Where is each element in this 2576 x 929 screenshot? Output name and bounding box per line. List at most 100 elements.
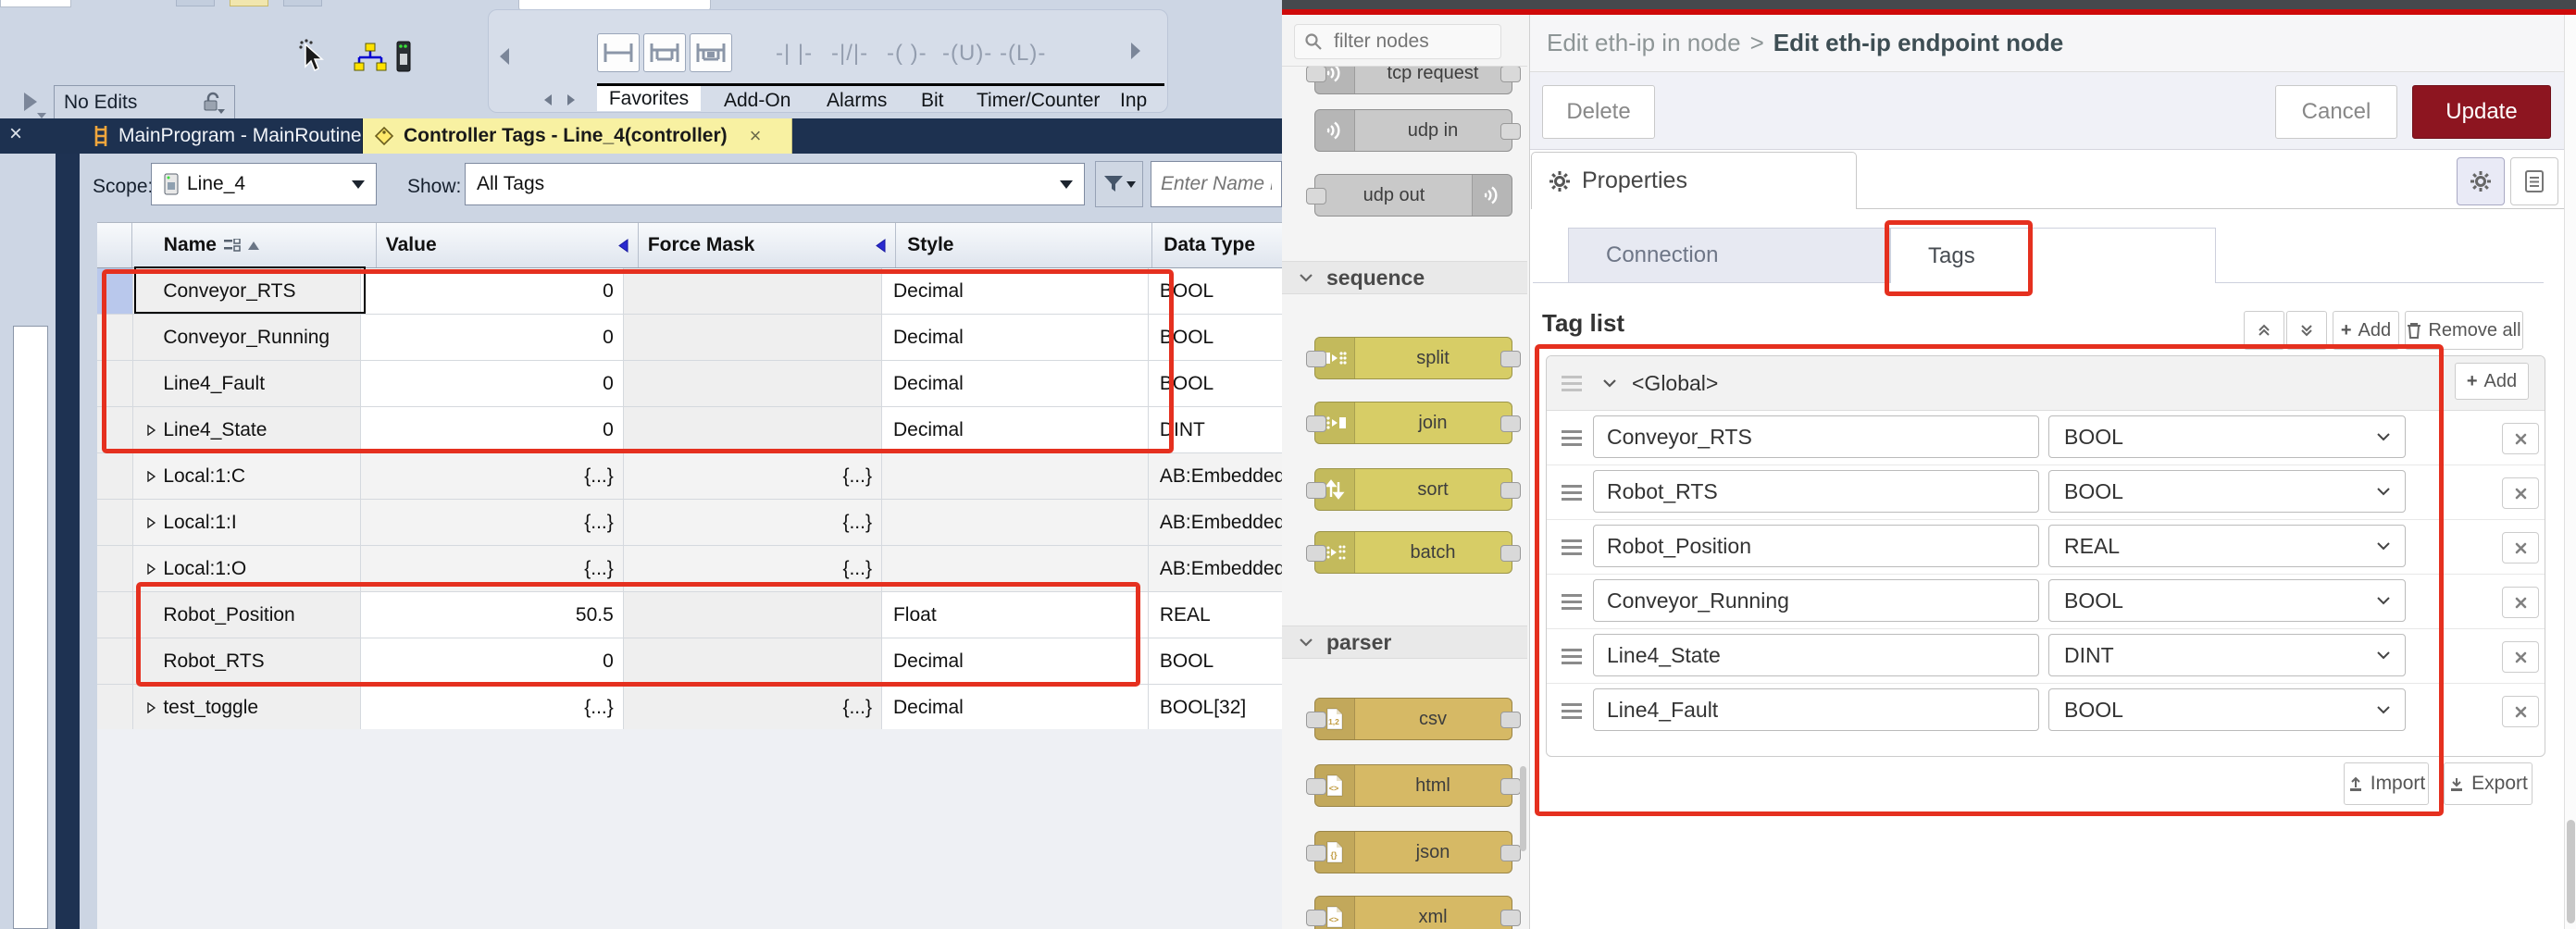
- palette-node-tcp-request[interactable]: tcp request: [1314, 67, 1512, 94]
- tag-type-select[interactable]: REAL: [2048, 525, 2406, 567]
- otu-instruction[interactable]: -(U)-: [942, 41, 992, 67]
- tag-type-select[interactable]: DINT: [2048, 634, 2406, 676]
- row-selector[interactable]: [97, 407, 133, 453]
- node-input-port[interactable]: [1306, 778, 1326, 795]
- remove-tag-button[interactable]: [2502, 532, 2539, 564]
- column-header-data-type[interactable]: Data Type: [1152, 223, 1283, 267]
- palette-category-parser[interactable]: parser: [1282, 626, 1527, 659]
- network-browse-icon[interactable]: [352, 43, 389, 72]
- node-input-port[interactable]: [1306, 415, 1326, 432]
- drag-handle-icon[interactable]: [1562, 485, 1582, 501]
- editor-scrollbar-thumb[interactable]: [2567, 820, 2575, 923]
- instr-tab-favorites[interactable]: Favorites: [597, 86, 701, 111]
- instr-tab-alarms[interactable]: Alarms: [827, 90, 887, 112]
- palette-node-json[interactable]: {} json: [1314, 831, 1512, 873]
- xio-instruction[interactable]: -|/|-: [831, 41, 868, 67]
- column-header-value[interactable]: Value: [377, 223, 639, 267]
- branch-instruction-button[interactable]: [643, 33, 686, 72]
- table-row[interactable]: Conveyor_RTS 0 Decimal BOOL: [97, 268, 1283, 315]
- add-tag-button[interactable]: +Add: [2333, 311, 2399, 350]
- column-header-force-mask[interactable]: Force Mask: [639, 223, 896, 267]
- select-pointer-icon[interactable]: [298, 39, 326, 72]
- subtab-connection[interactable]: Connection: [1568, 228, 1890, 283]
- tag-group-header[interactable]: <Global>: [1547, 356, 2545, 411]
- table-row[interactable]: Conveyor_Running 0 Decimal BOOL: [97, 315, 1283, 361]
- node-input-port[interactable]: [1306, 188, 1326, 204]
- tag-type-select[interactable]: BOOL: [2048, 688, 2406, 731]
- tag-name-input[interactable]: [1593, 688, 2039, 731]
- node-input-port[interactable]: [1306, 712, 1326, 728]
- node-output-port[interactable]: [1500, 778, 1521, 795]
- move-top-button[interactable]: [2244, 311, 2284, 350]
- drag-handle-icon[interactable]: [1562, 594, 1582, 610]
- tab-controller-tags[interactable]: Controller Tags - Line_4(controller) ×: [363, 118, 792, 154]
- drag-handle-icon[interactable]: [1562, 376, 1582, 391]
- palette-node-join[interactable]: join: [1314, 402, 1512, 444]
- row-selector[interactable]: [97, 685, 133, 731]
- otl-instruction[interactable]: -(L)-: [1000, 41, 1046, 67]
- drag-handle-icon[interactable]: [1562, 649, 1582, 664]
- tab-properties[interactable]: Properties: [1531, 152, 1857, 209]
- palette-scrollbar-thumb[interactable]: [1520, 766, 1526, 851]
- rung-instruction-button[interactable]: [597, 33, 640, 72]
- tag-type-select[interactable]: BOOL: [2048, 579, 2406, 622]
- node-output-port[interactable]: [1500, 910, 1521, 926]
- expand-icon[interactable]: [139, 702, 163, 713]
- palette-node-html[interactable]: <> html: [1314, 764, 1512, 807]
- show-dropdown[interactable]: All Tags: [465, 163, 1085, 205]
- node-output-port[interactable]: [1500, 545, 1521, 562]
- palette-scroll-area[interactable]: tcp request udp in udp out: [1282, 67, 1527, 929]
- table-row[interactable]: Local:1:O {...} {...} AB:Embedded_Discre…: [97, 546, 1283, 592]
- close-pane-icon[interactable]: ×: [9, 121, 22, 147]
- instr-tab-input[interactable]: Inp: [1120, 90, 1147, 112]
- name-filter-input[interactable]: [1151, 162, 1281, 206]
- expand-toolbar-button[interactable]: [17, 89, 48, 120]
- collapsed-organizer-panel[interactable]: [13, 326, 48, 929]
- tag-name-input[interactable]: [1593, 525, 2039, 567]
- table-row[interactable]: Local:1:C {...} {...} AB:Embedded_Discre…: [97, 453, 1283, 500]
- remove-all-button[interactable]: Remove all: [2405, 311, 2523, 350]
- row-selector[interactable]: [97, 500, 133, 546]
- tab-mainroutine[interactable]: MainProgram - MainRoutine: [81, 118, 363, 154]
- palette-node-udp-in[interactable]: udp in: [1314, 109, 1512, 152]
- description-icon-button[interactable]: [2510, 157, 2558, 205]
- tabs-scroll-right-icon[interactable]: [565, 93, 578, 107]
- expand-icon[interactable]: [139, 425, 163, 436]
- remove-tag-button[interactable]: [2502, 587, 2539, 618]
- row-selector[interactable]: [97, 361, 133, 407]
- breadcrumb-parent[interactable]: Edit eth-ip in node: [1547, 29, 1741, 57]
- node-output-port[interactable]: [1500, 67, 1521, 82]
- node-input-port[interactable]: [1306, 482, 1326, 499]
- node-output-port[interactable]: [1500, 415, 1521, 432]
- drag-handle-icon[interactable]: [1562, 539, 1582, 555]
- tag-name-input[interactable]: [1593, 634, 2039, 676]
- import-button[interactable]: Import: [2344, 762, 2429, 805]
- chevron-down-icon[interactable]: [1602, 378, 1617, 388]
- editor-scrollbar[interactable]: [2564, 15, 2576, 929]
- row-selector[interactable]: [97, 592, 133, 638]
- expand-icon[interactable]: [139, 471, 163, 482]
- export-button[interactable]: Export: [2444, 762, 2532, 805]
- node-output-port[interactable]: [1500, 712, 1521, 728]
- table-row[interactable]: test_toggle {...} {...} Decimal BOOL[32]: [97, 685, 1283, 731]
- controller-icon[interactable]: [396, 41, 411, 72]
- table-row[interactable]: Line4_State 0 Decimal DINT: [97, 407, 1283, 453]
- remove-tag-button[interactable]: [2502, 477, 2539, 509]
- node-input-port[interactable]: [1306, 845, 1326, 861]
- group-add-tag-button[interactable]: +Add: [2455, 363, 2529, 400]
- instr-tab-addon[interactable]: Add-On: [724, 90, 790, 112]
- docked-panel-splitter[interactable]: [56, 154, 80, 929]
- node-output-port[interactable]: [1500, 123, 1521, 140]
- move-bottom-button[interactable]: [2286, 311, 2327, 350]
- column-header-name[interactable]: Name: [132, 223, 377, 267]
- expand-icon[interactable]: [139, 517, 163, 528]
- row-selector[interactable]: [97, 546, 133, 592]
- scroll-left-icon[interactable]: [496, 46, 513, 67]
- subtab-tags[interactable]: Tags: [1890, 228, 2216, 283]
- drag-handle-icon[interactable]: [1562, 430, 1582, 446]
- expand-icon[interactable]: [139, 564, 163, 575]
- row-selector[interactable]: [97, 638, 133, 685]
- close-tab-icon[interactable]: ×: [750, 124, 762, 148]
- table-row[interactable]: Robot_Position 50.5 Float REAL: [97, 592, 1283, 638]
- cancel-button[interactable]: Cancel: [2275, 85, 2397, 139]
